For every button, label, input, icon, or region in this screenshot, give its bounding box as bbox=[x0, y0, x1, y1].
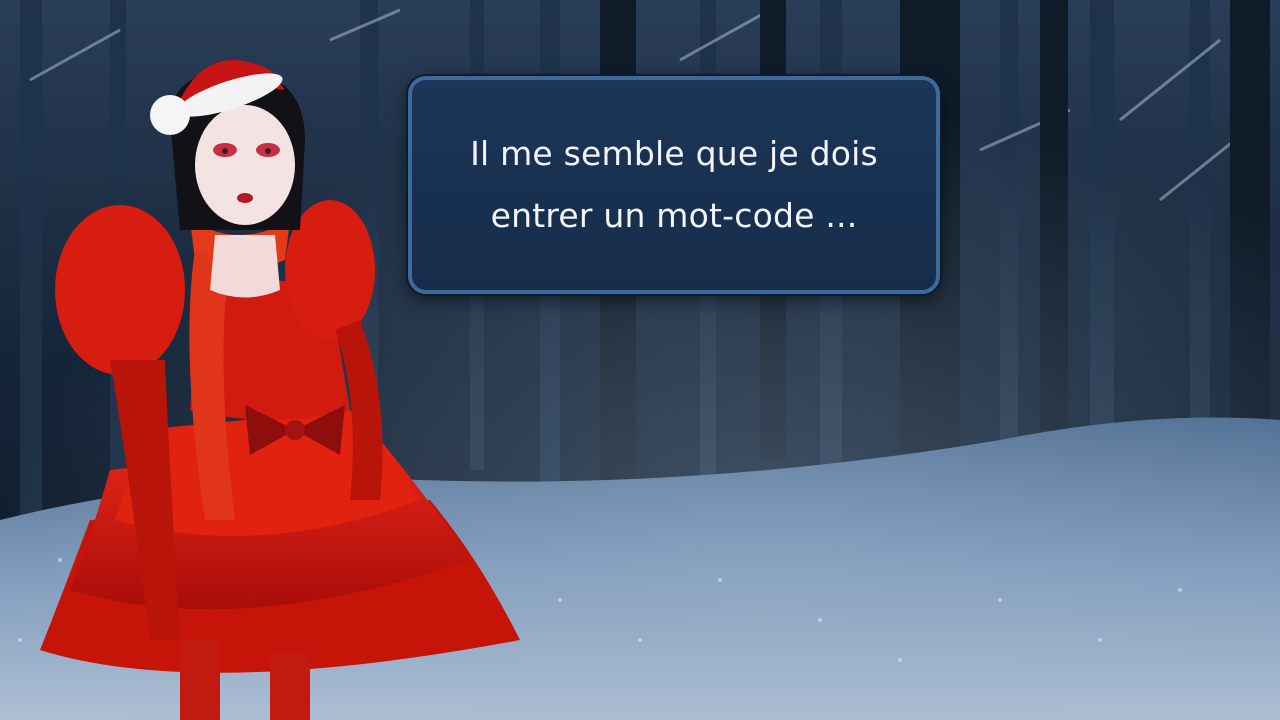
dialog-text: Il me semble que je dois entrer un mot-c… bbox=[470, 134, 878, 235]
dialog-box[interactable]: Il me semble que je dois entrer un mot-c… bbox=[408, 76, 940, 294]
